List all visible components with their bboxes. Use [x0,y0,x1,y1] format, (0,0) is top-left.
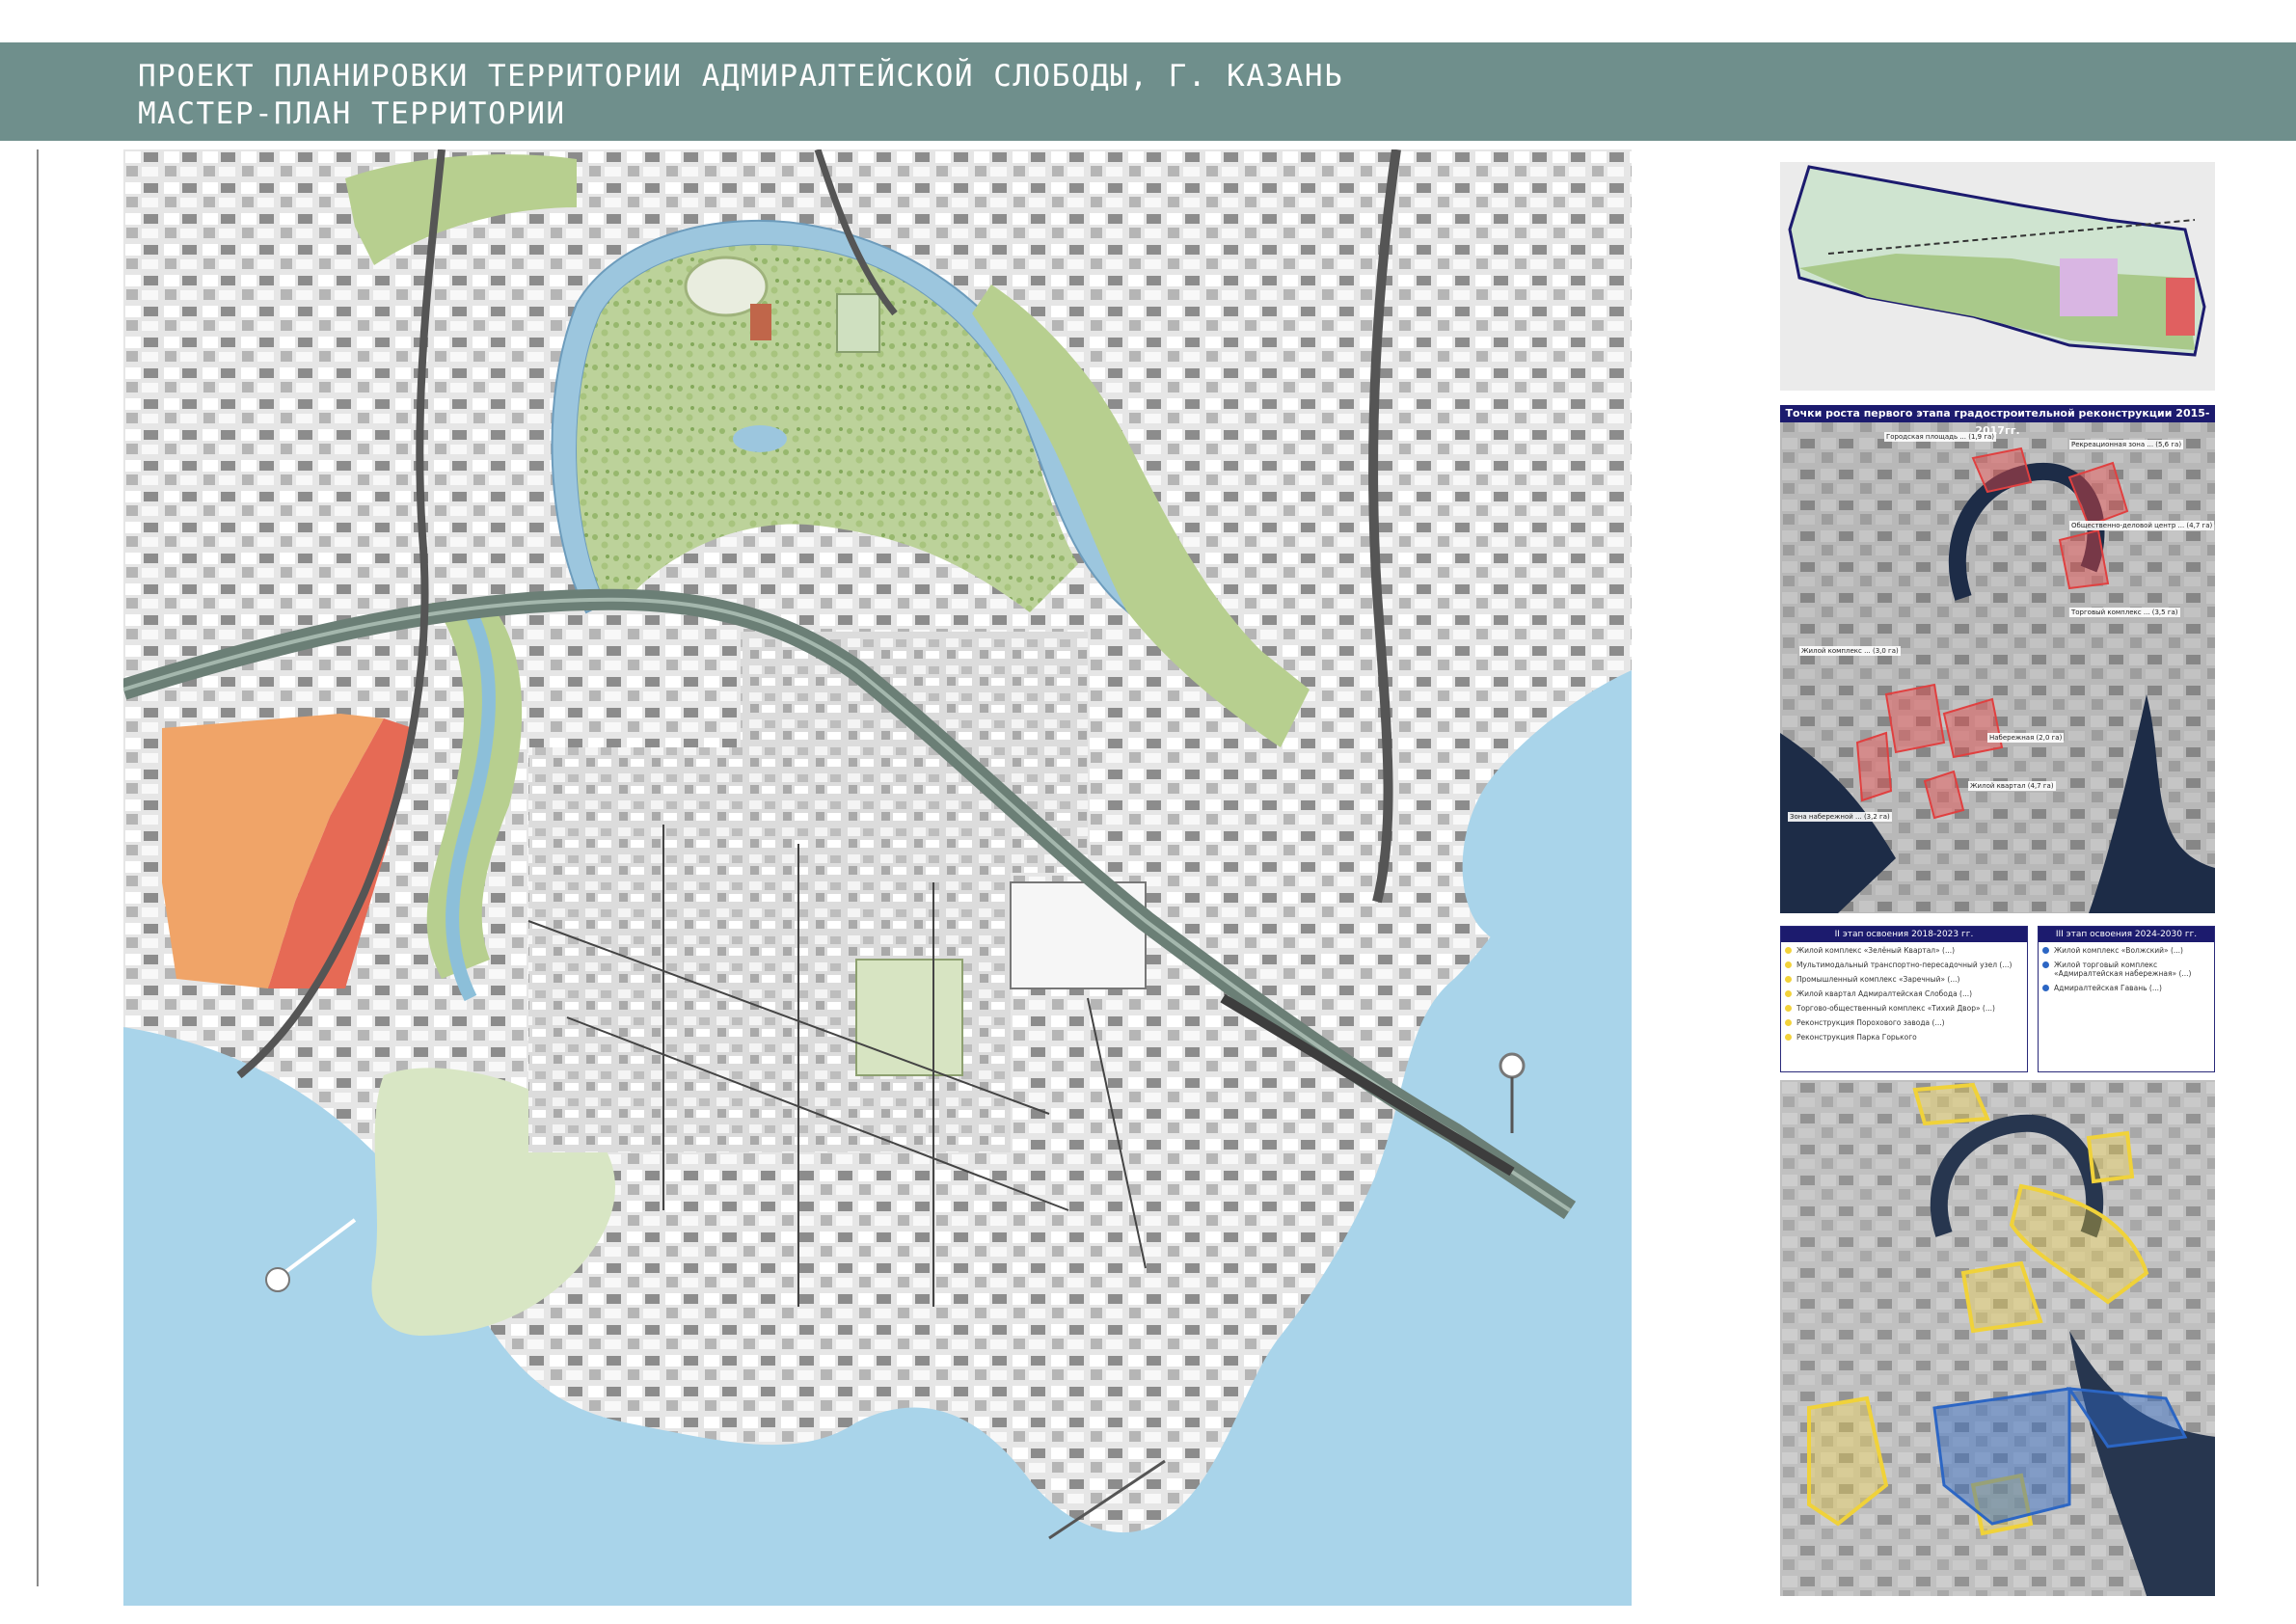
stage2-item: Промышленный комплекс «Заречный» (...) [1785,975,2023,984]
tennis-court-icon [750,304,771,340]
overview-map-svg [1780,162,2215,391]
growth-points-svg [1780,405,2215,913]
growth-label-7: Жилой квартал (4,7 га) [1968,781,2056,791]
stage2-item: Мультимодальный транспортно-пересадочный… [1785,961,2023,969]
stage2-list: Жилой комплекс «Зелёный Квартал» (...) М… [1781,946,2027,1042]
stage3-item: Адмиралтейская Гавань (...) [2042,984,2210,992]
side-rule [37,149,39,1586]
stage3-title: III этап освоения 2024-2030 гг. [2039,927,2214,942]
page-subtitle: МАСТЕР-ПЛАН ТЕРРИТОРИИ [138,96,566,131]
master-plan-svg [123,149,1632,1606]
master-plan-map[interactable] [123,149,1632,1606]
stage3-item: Жилой комплекс «Волжский» (...) [2042,946,2210,955]
growth-points-panel[interactable]: Точки роста первого этапа градостроитель… [1780,405,2215,913]
growth-label-2: Рекреационная зона ... (5,6 га) [2069,440,2184,449]
stage3-item: Жилой торговый комплекс «Адмиралтейская … [2042,961,2210,978]
growth-label-3: Общественно-деловой центр ... (4,7 га) [2069,521,2215,530]
stage3-list: Жилой комплекс «Волжский» (...) Жилой то… [2039,946,2214,992]
growth-points-title: Точки роста первого этапа градостроитель… [1780,405,2215,437]
pier-head-icon [265,1267,290,1292]
growth-label-4: Торговый комплекс ... (3,5 га) [2069,608,2180,617]
growth-label-1: Городская площадь ... (1,9 га) [1884,432,1997,442]
overview-map-panel[interactable] [1780,162,2215,391]
stages-panel[interactable]: II этап освоения 2018-2023 гг. Жилой ком… [1780,926,2215,1596]
stage2-item: Реконструкция Порохового завода (...) [1785,1018,2023,1027]
growth-label-5: Жилой комплекс ... (3,0 га) [1799,646,1901,656]
stage2-legend: II этап освоения 2018-2023 гг. Жилой ком… [1780,926,2028,1072]
square [855,959,963,1076]
stages-map-svg [1780,1080,2215,1596]
stage2-title: II этап освоения 2018-2023 гг. [1781,927,2027,942]
sports-field-icon [836,293,880,353]
title-bar: ПРОЕКТ ПЛАНИРОВКИ ТЕРРИТОРИИ АДМИРАЛТЕЙС… [0,42,2296,141]
water-pavilion-icon [1499,1052,1526,1079]
overview-pink-zone [2060,258,2118,316]
stage2-item: Жилой комплекс «Зелёный Квартал» (...) [1785,946,2023,955]
page-title: ПРОЕКТ ПЛАНИРОВКИ ТЕРРИТОРИИ АДМИРАЛТЕЙС… [138,59,1344,94]
stage3-legend: III этап освоения 2024-2030 гг. Жилой ко… [2038,926,2215,1072]
stage2-item: Жилой квартал Адмиралтейская Слобода (..… [1785,989,2023,998]
overview-red-zone [2166,278,2195,336]
stage2-item: Реконструкция Парка Горького [1785,1033,2023,1042]
pond-icon [733,425,787,452]
stage2-item: Торгово-общественный комплекс «Тихий Дво… [1785,1004,2023,1013]
growth-label-6: Набережная (2,0 га) [1987,733,2065,743]
growth-label-8: Зона набережной ... (3,2 га) [1788,812,1892,822]
